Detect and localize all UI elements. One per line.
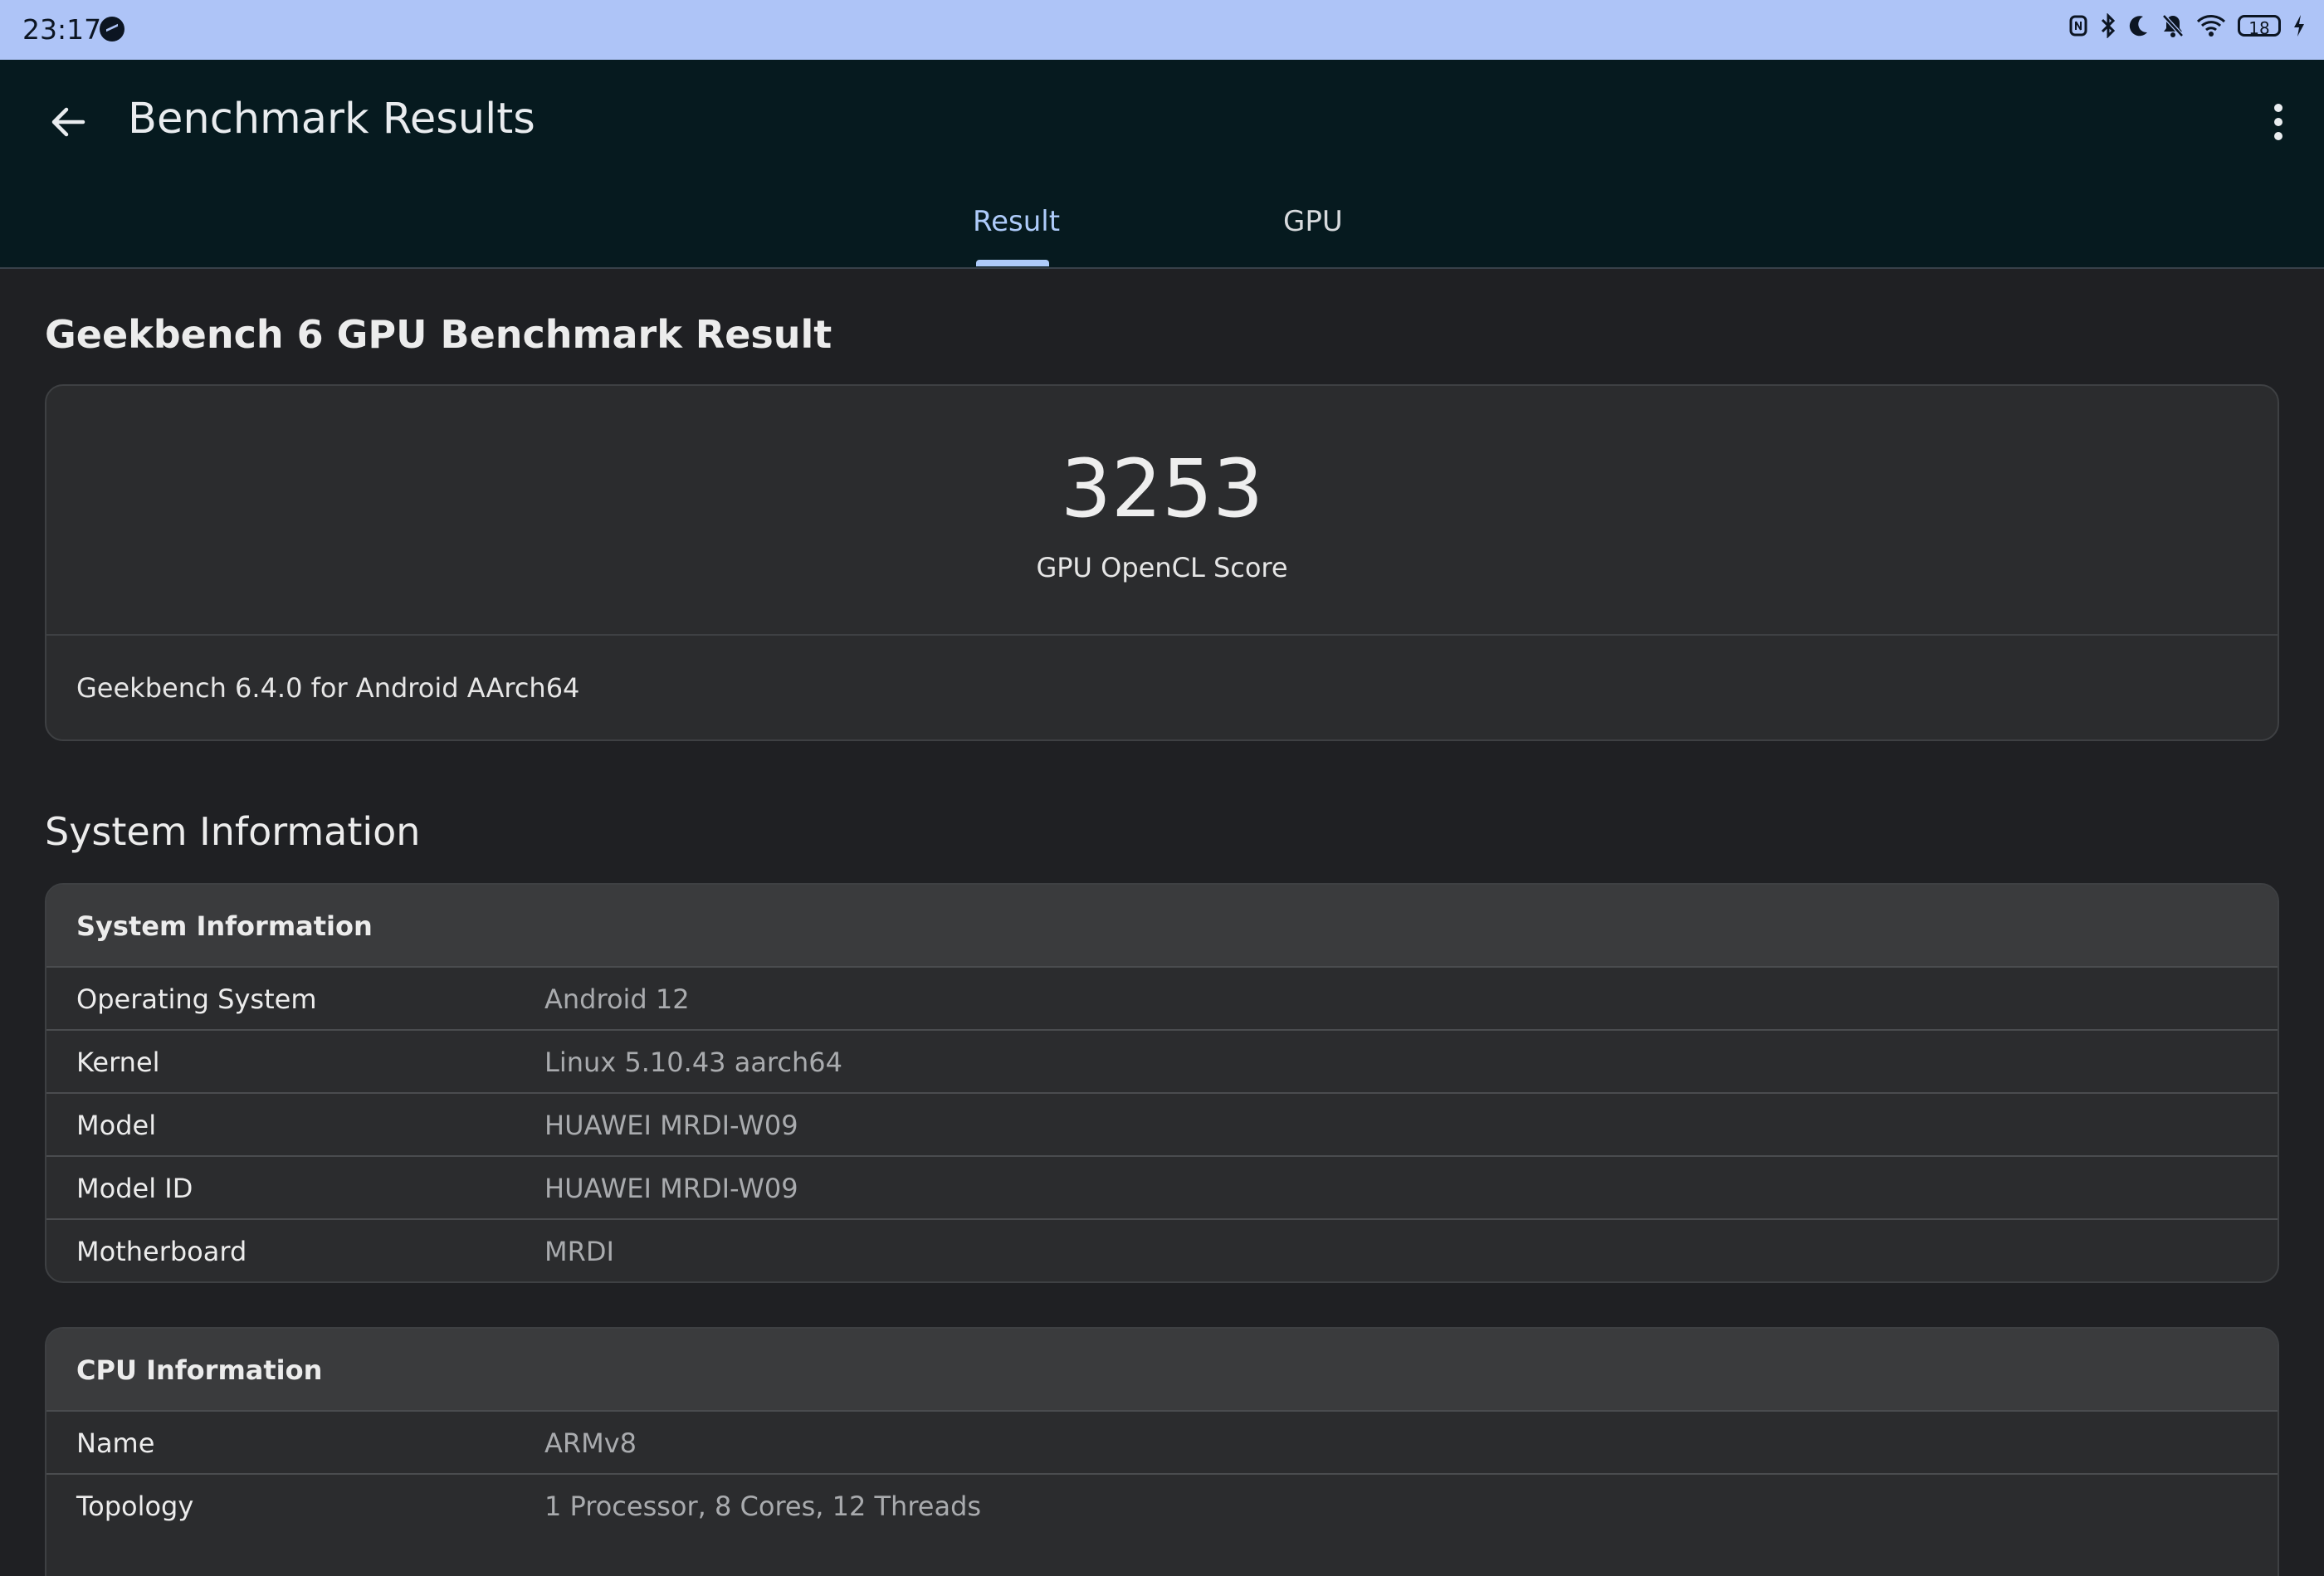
arrow-back-icon (51, 107, 85, 137)
system-info-table: System Information Operating System Andr… (45, 883, 2279, 1283)
bluetooth-icon (2101, 13, 2116, 38)
tab-gpu[interactable]: GPU (1283, 205, 1343, 238)
version-text: Geekbench 6.4.0 for Android AArch64 (76, 672, 580, 704)
row-key: Name (76, 1427, 155, 1459)
table-row: Model ID HUAWEI MRDI-W09 (46, 1157, 2278, 1220)
table-row: Topology 1 Processor, 8 Cores, 12 Thread… (46, 1475, 2278, 1538)
status-icons: 18 (2068, 13, 2306, 38)
wifi-icon (2196, 15, 2226, 37)
row-key: Topology (76, 1491, 194, 1522)
cpu-info-table: CPU Information Name ARMv8 Topology 1 Pr… (45, 1327, 2279, 1576)
score-label: GPU OpenCL Score (1036, 552, 1288, 583)
messenger-icon (100, 17, 124, 41)
row-value: Android 12 (544, 983, 690, 1015)
row-key: Operating System (76, 983, 317, 1015)
app-bar: Benchmark Results Result GPU (0, 60, 2324, 269)
tab-indicator (976, 260, 1049, 266)
table-title: CPU Information (76, 1354, 323, 1386)
row-value: ARMv8 (544, 1427, 637, 1459)
row-value: MRDI (544, 1236, 614, 1267)
score-card: 3253 GPU OpenCL Score Geekbench 6.4.0 fo… (45, 384, 2279, 741)
table-row: Name ARMv8 (46, 1412, 2278, 1475)
tab-result[interactable]: Result (973, 205, 1060, 238)
table-header: CPU Information (46, 1329, 2278, 1412)
moon-icon (2129, 16, 2147, 37)
status-bar: 23:17 18 (0, 0, 2324, 60)
row-key: Model ID (76, 1173, 193, 1204)
system-info-heading: System Information (45, 809, 421, 854)
table-header: System Information (46, 885, 2278, 968)
overflow-menu-button[interactable] (2258, 97, 2299, 147)
charging-icon (2294, 15, 2304, 37)
row-key: Motherboard (76, 1236, 247, 1267)
nfc-icon (2069, 15, 2087, 37)
table-row: Motherboard MRDI (46, 1220, 2278, 1281)
divider (46, 634, 2278, 636)
score-value: 3253 (1060, 442, 1264, 535)
result-heading: Geekbench 6 GPU Benchmark Result (45, 312, 832, 357)
table-row: Kernel Linux 5.10.43 aarch64 (46, 1031, 2278, 1094)
bell-off-icon (2162, 14, 2184, 37)
row-value: HUAWEI MRDI-W09 (544, 1173, 798, 1204)
row-value: HUAWEI MRDI-W09 (544, 1110, 798, 1141)
table-row: Model HUAWEI MRDI-W09 (46, 1094, 2278, 1157)
row-key: Model (76, 1110, 157, 1141)
back-button[interactable] (43, 97, 93, 147)
table-title: System Information (76, 910, 373, 942)
table-row: Operating System Android 12 (46, 968, 2278, 1031)
battery-icon: 18 (2238, 15, 2281, 38)
row-value: Linux 5.10.43 aarch64 (544, 1047, 842, 1078)
row-key: Kernel (76, 1047, 160, 1078)
page-title: Benchmark Results (128, 95, 535, 144)
more-vert-icon (2274, 104, 2282, 140)
row-value: 1 Processor, 8 Cores, 12 Threads (544, 1491, 982, 1522)
status-time: 23:17 (22, 13, 102, 46)
